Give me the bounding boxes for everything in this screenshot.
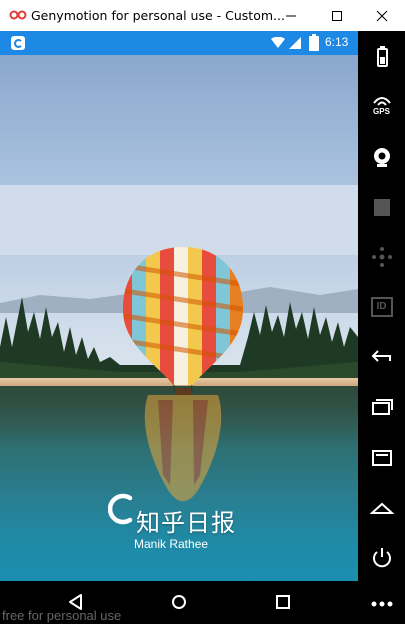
gps-label: GPS bbox=[373, 107, 390, 116]
signal-icon bbox=[289, 37, 301, 49]
media-widget-button[interactable] bbox=[358, 187, 405, 227]
nav-recent-apps-button[interactable] bbox=[263, 581, 303, 624]
minimize-icon bbox=[286, 15, 296, 17]
dpad-icon bbox=[372, 247, 392, 267]
toolbar-menu-button[interactable] bbox=[358, 437, 405, 477]
nav-home-button[interactable] bbox=[159, 581, 199, 624]
app-icon bbox=[11, 36, 25, 50]
photo-author: Manik Rathee bbox=[134, 537, 209, 551]
menu-icon bbox=[372, 450, 392, 466]
close-icon bbox=[376, 10, 388, 22]
id-label: ID bbox=[376, 301, 387, 312]
splash-screen: 知乎日报 Manik Rathee bbox=[0, 55, 358, 581]
maximize-icon bbox=[332, 11, 342, 21]
camera-icon bbox=[374, 148, 390, 167]
clock: 6:13 bbox=[325, 35, 349, 49]
hot-air-balloon bbox=[122, 247, 244, 395]
more-icon bbox=[371, 601, 393, 607]
close-button[interactable] bbox=[359, 0, 405, 31]
genymotion-logo-icon bbox=[9, 10, 27, 20]
power-icon bbox=[373, 548, 391, 568]
toolbar-more-button[interactable] bbox=[358, 584, 405, 624]
recent-apps-icon bbox=[276, 595, 290, 609]
battery-icon bbox=[309, 34, 319, 51]
dpad-widget-button[interactable] bbox=[358, 237, 405, 277]
back-icon bbox=[371, 350, 391, 362]
toolbar-power-button[interactable] bbox=[358, 537, 405, 577]
zhihu-daily-logo-icon bbox=[108, 493, 133, 525]
battery-icon bbox=[377, 46, 388, 67]
wifi-icon bbox=[271, 37, 285, 48]
minimize-button[interactable] bbox=[268, 0, 314, 31]
battery-widget-button[interactable] bbox=[358, 37, 405, 77]
toolbar-back-button[interactable] bbox=[358, 337, 405, 377]
device-id-widget-button[interactable]: ID bbox=[358, 287, 405, 327]
genymotion-toolbar: GPS ID bbox=[358, 31, 405, 624]
media-icon bbox=[374, 199, 390, 216]
home-icon bbox=[172, 595, 186, 609]
app-name: 知乎日报 bbox=[136, 509, 236, 537]
camera-widget-button[interactable] bbox=[358, 137, 405, 177]
window-title-bar: Genymotion for personal use - Custom... bbox=[0, 0, 405, 32]
maximize-button[interactable] bbox=[314, 0, 360, 31]
home-icon bbox=[370, 502, 394, 514]
watermark-text: free for personal use bbox=[2, 608, 122, 623]
gps-widget-button[interactable]: GPS bbox=[358, 87, 405, 127]
window-title: Genymotion for personal use - Custom... bbox=[31, 8, 285, 23]
toolbar-home-button[interactable] bbox=[358, 487, 405, 527]
recent-apps-icon bbox=[372, 399, 393, 415]
toolbar-recent-apps-button[interactable] bbox=[358, 387, 405, 427]
status-bar: 6:13 bbox=[0, 31, 358, 55]
